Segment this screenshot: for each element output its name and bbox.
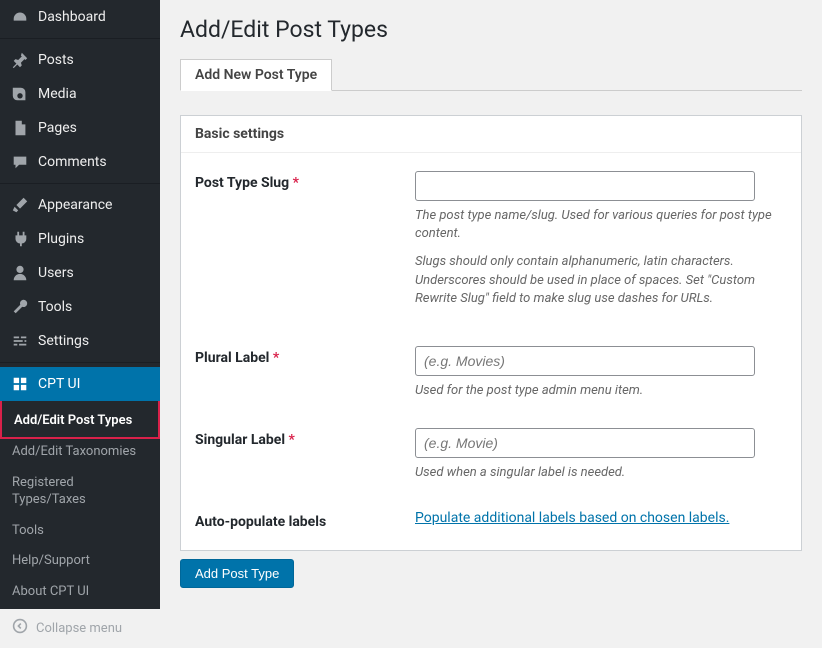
label-singular-label: Singular Label * (195, 428, 405, 448)
sidebar-separator (0, 183, 160, 184)
collapse-menu[interactable]: Collapse menu (0, 608, 160, 648)
sidebar-item-cptui[interactable]: CPT UI (0, 367, 160, 401)
collapse-icon (12, 618, 28, 638)
sidebar-item-posts[interactable]: Posts (0, 43, 160, 77)
required-marker: * (289, 432, 295, 448)
sidebar-submenu: Add/Edit Post Types Add/Edit Taxonomies … (0, 401, 160, 608)
required-marker: * (293, 175, 299, 191)
sidebar-item-tools[interactable]: Tools (0, 290, 160, 324)
sidebar-separator (0, 362, 160, 363)
sidebar-label: Appearance (38, 197, 112, 213)
sidebar-item-media[interactable]: Media (0, 77, 160, 111)
desc-singular-label: Used when a singular label is needed. (415, 464, 787, 482)
tab-label: Add New Post Type (195, 67, 317, 83)
comment-icon (10, 153, 30, 171)
sidebar-item-comments[interactable]: Comments (0, 145, 160, 179)
submenu-about-cptui[interactable]: About CPT UI (0, 577, 160, 608)
cptui-icon (10, 375, 30, 393)
submenu-label: About CPT UI (12, 584, 89, 599)
media-icon (10, 85, 30, 103)
sidebar-item-pages[interactable]: Pages (0, 111, 160, 145)
pin-icon (10, 51, 30, 69)
label-plural-label: Plural Label * (195, 346, 405, 366)
submenu-registered-types[interactable]: Registered Types/Taxes (0, 468, 160, 516)
dashboard-icon (10, 8, 30, 26)
sliders-icon (10, 332, 30, 350)
sidebar-label: CPT UI (38, 376, 80, 392)
user-icon (10, 264, 30, 282)
submenu-add-edit-taxonomies[interactable]: Add/Edit Taxonomies (0, 437, 160, 468)
sidebar-item-dashboard[interactable]: Dashboard (0, 0, 160, 34)
page-title: Add/Edit Post Types (180, 16, 802, 43)
input-post-type-slug[interactable] (415, 171, 755, 201)
label-post-type-slug: Post Type Slug * (195, 171, 405, 191)
panel-header: Basic settings (181, 116, 801, 153)
field-post-type-slug: The post type name/slug. Used for variou… (415, 171, 787, 318)
sidebar-item-settings[interactable]: Settings (0, 324, 160, 358)
plug-icon (10, 230, 30, 248)
field-auto-populate: Populate additional labels based on chos… (415, 510, 787, 526)
field-plural-label: Used for the post type admin menu item. (415, 346, 787, 400)
submenu-label: Add/Edit Taxonomies (12, 444, 136, 459)
row-plural-label: Plural Label * Used for the post type ad… (195, 346, 787, 400)
sidebar-label: Plugins (38, 231, 84, 247)
sidebar-item-users[interactable]: Users (0, 256, 160, 290)
desc-post-type-slug: The post type name/slug. Used for variou… (415, 207, 787, 308)
sidebar-label: Tools (38, 299, 72, 315)
link-populate-labels[interactable]: Populate additional labels based on chos… (415, 510, 729, 526)
submenu-label: Registered Types/Taxes (12, 475, 86, 507)
row-post-type-slug: Post Type Slug * The post type name/slug… (195, 171, 787, 318)
sidebar-label: Media (38, 86, 77, 102)
settings-panel: Basic settings Post Type Slug * The post… (180, 115, 802, 551)
submenu-tools[interactable]: Tools (0, 516, 160, 547)
sidebar-label: Dashboard (38, 9, 106, 25)
field-singular-label: Used when a singular label is needed. (415, 428, 787, 482)
tab-bar: Add New Post Type (180, 59, 802, 91)
tab-add-new-post-type[interactable]: Add New Post Type (180, 59, 332, 91)
sidebar-label: Settings (38, 333, 89, 349)
row-auto-populate: Auto-populate labels Populate additional… (195, 510, 787, 530)
input-singular-label[interactable] (415, 428, 755, 458)
desc-plural-label: Used for the post type admin menu item. (415, 382, 787, 400)
label-auto-populate: Auto-populate labels (195, 510, 405, 530)
highlight-marker: Add/Edit Post Types (0, 399, 160, 439)
pages-icon (10, 119, 30, 137)
sidebar-label: Pages (38, 120, 77, 136)
sidebar-item-plugins[interactable]: Plugins (0, 222, 160, 256)
add-post-type-button[interactable]: Add Post Type (180, 559, 294, 588)
brush-icon (10, 196, 30, 214)
sidebar-label: Posts (38, 52, 74, 68)
panel-body: Post Type Slug * The post type name/slug… (181, 153, 801, 550)
sidebar-item-appearance[interactable]: Appearance (0, 188, 160, 222)
submenu-add-edit-post-types[interactable]: Add/Edit Post Types (2, 401, 158, 437)
main-content: Add/Edit Post Types Add New Post Type Ba… (160, 0, 822, 609)
required-marker: * (273, 350, 279, 366)
submenu-label: Help/Support (12, 553, 90, 568)
wrench-icon (10, 298, 30, 316)
sidebar-label: Comments (38, 154, 107, 170)
sidebar-label: Users (38, 265, 74, 281)
submenu-label: Tools (12, 523, 44, 538)
row-singular-label: Singular Label * Used when a singular la… (195, 428, 787, 482)
admin-sidebar: Dashboard Posts Media Pages Comments App… (0, 0, 160, 609)
submenu-help-support[interactable]: Help/Support (0, 546, 160, 577)
input-plural-label[interactable] (415, 346, 755, 376)
sidebar-separator (0, 38, 160, 39)
collapse-label: Collapse menu (36, 621, 122, 636)
submenu-label: Add/Edit Post Types (14, 413, 132, 428)
